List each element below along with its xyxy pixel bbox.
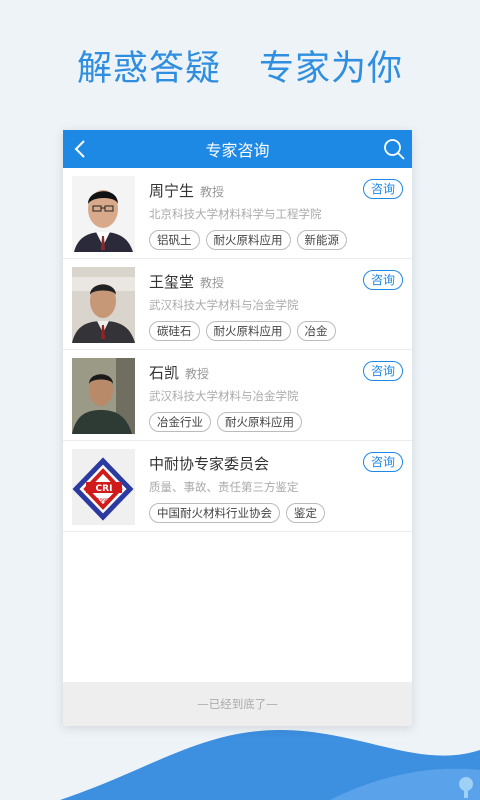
expert-title: 教授 [200,276,225,290]
tag-list: 碳硅石 耐火原料应用 冶金 [149,321,336,341]
organization-logo: CRI 1990 [72,449,135,525]
expert-name: 周宁生 [149,182,195,200]
expert-item[interactable]: 石凯 教授 武汉科技大学材料与冶金学院 冶金行业 耐火原料应用 咨询 [63,350,412,441]
expert-institution: 武汉科技大学材料与冶金学院 [149,389,299,403]
consult-button[interactable]: 咨询 [362,270,403,290]
consult-button[interactable]: 咨询 [362,179,403,199]
tag[interactable]: 耐火原料应用 [205,321,291,341]
tag-list: 铝矾土 耐火原料应用 新能源 [149,230,347,250]
search-icon[interactable] [382,137,406,161]
tag[interactable]: 中国耐火材料行业协会 [149,503,280,523]
expert-photo [72,358,135,434]
tag[interactable]: 冶金 [296,321,336,341]
tag[interactable]: 新能源 [296,230,347,250]
expert-name: 石凯 [149,364,180,382]
expert-name: 王玺堂 [149,273,195,291]
name-row: 中耐协专家委员会 [149,453,269,474]
expert-institution: 北京科技大学材料科学与工程学院 [149,207,322,221]
name-row: 石凯 教授 [149,362,209,383]
name-row: 王玺堂 教授 [149,271,224,292]
back-arrow-icon[interactable] [73,138,87,160]
tag-list: 中国耐火材料行业协会 鉴定 [149,503,325,523]
tag[interactable]: 耐火原料应用 [205,230,291,250]
expert-title: 教授 [185,367,210,381]
logo-text: CRI [96,484,113,494]
phone-screen: 专家咨询 周宁生 教授 北京科技大学材料科学与工程学院 铝矾土 耐火原料应用 新… [63,130,412,726]
expert-institution: 质量、事故、责任第三方鉴定 [149,480,299,494]
expert-list: 周宁生 教授 北京科技大学材料科学与工程学院 铝矾土 耐火原料应用 新能源 咨询 [63,168,412,532]
tag[interactable]: 冶金行业 [149,412,211,432]
top-bar: 专家咨询 [63,130,412,168]
logo-year: 1990 [97,498,110,504]
tag-list: 冶金行业 耐火原料应用 [149,412,302,432]
name-row: 周宁生 教授 [149,180,224,201]
location-pin-icon [459,777,473,798]
tag[interactable]: 耐火原料应用 [217,412,302,432]
headline-right: 专家为你 [259,49,404,89]
tag[interactable]: 鉴定 [286,503,325,523]
expert-institution: 武汉科技大学材料与冶金学院 [149,298,299,312]
expert-item[interactable]: 王玺堂 教授 武汉科技大学材料与冶金学院 碳硅石 耐火原料应用 冶金 咨询 [63,259,412,350]
headline: 解惑答疑 专家为你 [0,40,480,91]
expert-title: 教授 [200,185,225,199]
list-end-footer: —已经到底了— [63,682,412,726]
page-title: 专家咨询 [205,141,270,160]
expert-item[interactable]: 周宁生 教授 北京科技大学材料科学与工程学院 铝矾土 耐火原料应用 新能源 咨询 [63,168,412,259]
consult-button[interactable]: 咨询 [362,452,403,472]
expert-photo [72,267,135,343]
tag[interactable]: 铝矾土 [149,230,200,250]
expert-name: 中耐协专家委员会 [149,455,270,473]
headline-left: 解惑答疑 [76,49,221,89]
tag[interactable]: 碳硅石 [149,321,200,341]
consult-button[interactable]: 咨询 [362,361,403,381]
expert-item[interactable]: CRI 1990 中耐协专家委员会 质量、事故、责任第三方鉴定 中国耐火材料行业… [63,441,412,532]
expert-photo [72,176,135,252]
